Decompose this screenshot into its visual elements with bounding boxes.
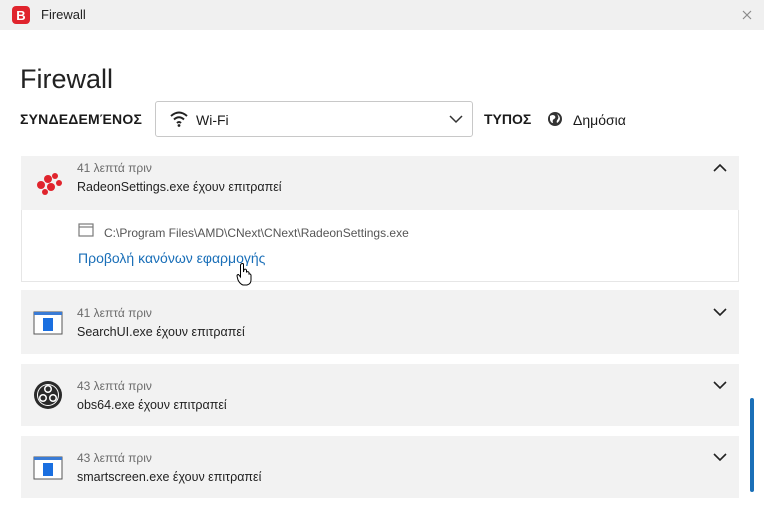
app-window-icon (33, 456, 63, 480)
window-title: Firewall (41, 7, 86, 22)
item-description: obs64.exe έχουν επιτραπεί (77, 398, 227, 412)
page-title: Firewall (20, 64, 114, 94)
list-item[interactable]: 41 λεπτά πριν RadeonSettings.exe έχουν ε… (21, 156, 739, 210)
chevron-down-icon[interactable] (713, 452, 727, 462)
network-select[interactable]: Wi-Fi (155, 101, 473, 137)
type-label: ΤΥΠΟΣ (484, 111, 532, 127)
chevron-down-icon (449, 115, 463, 124)
app-window-icon (33, 311, 63, 335)
obs-icon (34, 381, 62, 409)
chevron-down-icon[interactable] (713, 380, 727, 390)
list-item[interactable]: 43 λεπτά πριν smartscreen.exe έχουν επιτ… (21, 436, 739, 498)
network-select-value: Wi-Fi (196, 112, 229, 128)
amd-radeon-icon (37, 173, 62, 195)
item-time: 41 λεπτά πριν (77, 306, 152, 320)
activity-list: 41 λεπτά πριν RadeonSettings.exe έχουν ε… (0, 156, 764, 508)
app-logo-icon: B (12, 6, 30, 24)
item-description: RadeonSettings.exe έχουν επιτραπεί (77, 180, 282, 194)
file-path: C:\Program Files\AMD\CNext\CNext\RadeonS… (104, 226, 409, 240)
globe-icon (548, 112, 562, 126)
item-description: smartscreen.exe έχουν επιτραπεί (77, 470, 262, 484)
item-time: 41 λεπτά πριν (77, 161, 152, 175)
close-button[interactable] (738, 6, 756, 24)
scrollbar-thumb[interactable] (750, 398, 754, 492)
chevron-up-icon[interactable] (713, 163, 727, 173)
connection-label: ΣΥΝΔΕΔΕΜΈΝΟΣ (20, 111, 143, 127)
title-bar: B Firewall (0, 0, 764, 30)
file-icon (78, 223, 94, 237)
list-item[interactable]: 41 λεπτά πριν SearchUI.exe έχουν επιτραπ… (21, 290, 739, 354)
chevron-down-icon[interactable] (713, 307, 727, 317)
list-item[interactable]: 43 λεπτά πριν obs64.exe έχουν επιτραπεί (21, 364, 739, 426)
item-time: 43 λεπτά πριν (77, 451, 152, 465)
hand-cursor-icon (236, 263, 252, 286)
wifi-icon (170, 111, 188, 127)
close-icon (742, 10, 752, 20)
type-value: Δημόσια (573, 112, 626, 128)
item-time: 43 λεπτά πριν (77, 379, 152, 393)
item-details-panel: C:\Program Files\AMD\CNext\CNext\RadeonS… (21, 210, 739, 282)
item-description: SearchUI.exe έχουν επιτραπεί (77, 325, 245, 339)
